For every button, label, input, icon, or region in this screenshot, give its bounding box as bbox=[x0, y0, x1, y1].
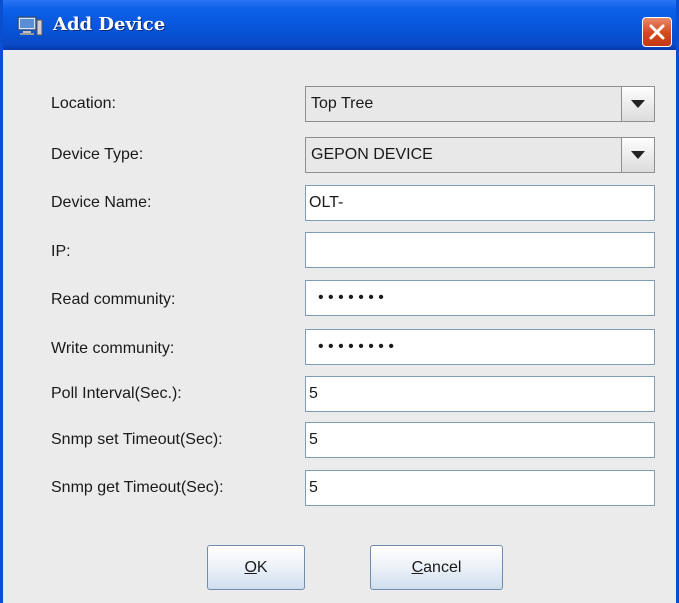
read-community-password-input[interactable]: • • • • • • • bbox=[305, 280, 655, 316]
location-dropdown-button[interactable] bbox=[621, 87, 654, 121]
device-name-label: Device Name: bbox=[51, 194, 152, 211]
snmp-set-timeout-input[interactable]: 5 bbox=[305, 422, 655, 458]
title-bar[interactable]: Add Device bbox=[3, 0, 676, 50]
ip-input[interactable] bbox=[305, 232, 655, 268]
cancel-button-mnemonic: C bbox=[411, 558, 424, 576]
chevron-down-icon bbox=[631, 100, 645, 108]
ok-button-mnemonic: O bbox=[244, 558, 257, 576]
device-type-value: GEPON DEVICE bbox=[311, 146, 433, 163]
close-button[interactable] bbox=[642, 17, 672, 47]
snmp-get-timeout-input[interactable]: 5 bbox=[305, 470, 655, 506]
device-type-select[interactable]: GEPON DEVICE bbox=[305, 137, 655, 173]
snmp-get-timeout-label: Snmp get Timeout(Sec): bbox=[51, 479, 224, 496]
chevron-down-icon bbox=[631, 151, 645, 159]
device-type-label: Device Type: bbox=[51, 146, 144, 163]
device-name-input[interactable]: OLT- bbox=[305, 185, 655, 221]
ip-label: IP: bbox=[51, 243, 71, 260]
read-community-label: Read community: bbox=[51, 291, 176, 308]
location-select[interactable]: Top Tree bbox=[305, 86, 655, 122]
poll-interval-input[interactable]: 5 bbox=[305, 376, 655, 412]
add-device-dialog: Add Device Location: Top Tree Device Typ… bbox=[0, 0, 679, 603]
close-icon bbox=[649, 24, 665, 40]
location-label: Location: bbox=[51, 95, 116, 112]
computer-icon bbox=[17, 16, 43, 36]
device-type-dropdown-button[interactable] bbox=[621, 138, 654, 172]
dialog-content: Location: Top Tree Device Type: GEPON DE… bbox=[3, 50, 676, 603]
poll-interval-label: Poll Interval(Sec.): bbox=[51, 385, 182, 402]
location-value: Top Tree bbox=[311, 95, 374, 112]
cancel-button[interactable]: Cancel bbox=[370, 545, 503, 590]
ok-button-label: K bbox=[256, 558, 268, 576]
write-community-password-input[interactable]: • • • • • • • • bbox=[305, 329, 655, 365]
dialog-title: Add Device bbox=[53, 14, 166, 35]
cancel-button-label: ancel bbox=[423, 558, 462, 576]
ok-button[interactable]: OK bbox=[207, 545, 305, 590]
write-community-label: Write community: bbox=[51, 340, 175, 357]
snmp-set-timeout-label: Snmp set Timeout(Sec): bbox=[51, 431, 223, 448]
